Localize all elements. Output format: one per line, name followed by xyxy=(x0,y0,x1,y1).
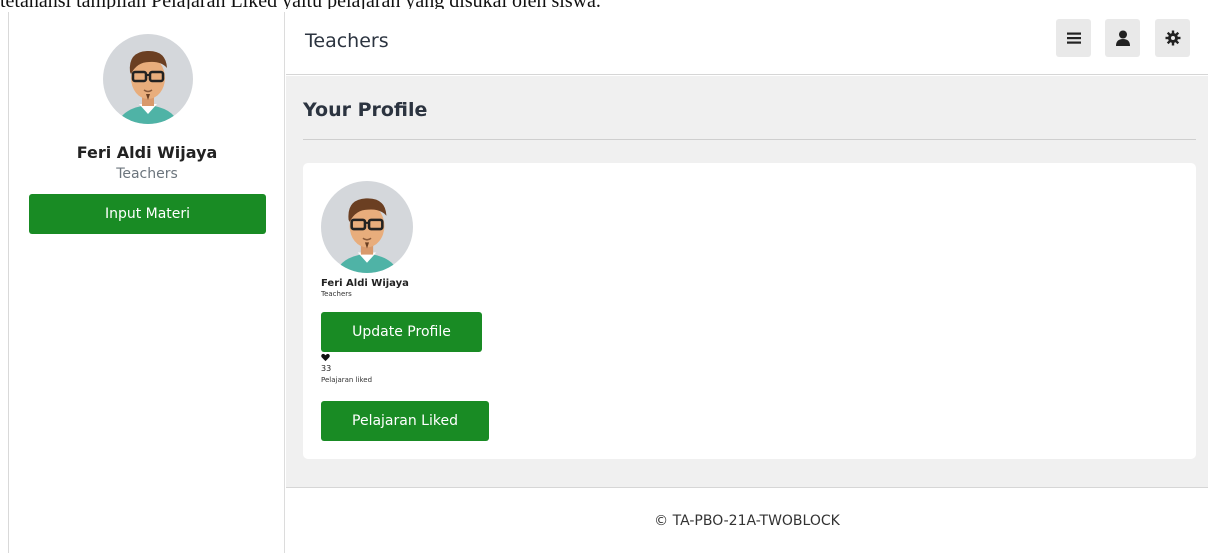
menu-button[interactable] xyxy=(1056,19,1091,57)
liked-count: 33 xyxy=(321,364,332,373)
settings-button[interactable] xyxy=(1155,19,1190,57)
user-icon xyxy=(1115,30,1130,46)
sidebar-user-role: Teachers xyxy=(116,166,178,182)
copyright-text: © TA-PBO-21A-TWOBLOCK xyxy=(654,513,840,529)
main-content: Your Profile Feri Aldi Wijaya Teachers U… xyxy=(286,76,1208,487)
footer: © TA-PBO-21A-TWOBLOCK xyxy=(286,487,1208,553)
document-text-strip: tetanansi tampilan Pelajaran Liked yaitu… xyxy=(0,0,1208,9)
avatar xyxy=(103,34,193,124)
section-title: Your Profile xyxy=(303,99,428,121)
sidebar: Feri Aldi Wijaya Teachers Input Materi xyxy=(9,12,285,553)
pelajaran-liked-button[interactable]: Pelajaran Liked xyxy=(321,401,489,441)
input-materi-button[interactable]: Input Materi xyxy=(29,194,266,234)
menu-icon xyxy=(1066,32,1081,44)
liked-label: Pelajaran liked xyxy=(321,376,373,384)
divider xyxy=(303,139,1196,140)
sidebar-user-name: Feri Aldi Wijaya xyxy=(76,143,218,162)
user-button[interactable] xyxy=(1105,19,1140,57)
gear-icon xyxy=(1165,30,1180,46)
profile-avatar xyxy=(321,181,413,273)
profile-card: Feri Aldi Wijaya Teachers Update Profile… xyxy=(303,163,1196,459)
top-navbar: Teachers xyxy=(286,12,1208,75)
profile-name: Feri Aldi Wijaya xyxy=(321,278,409,289)
profile-role: Teachers xyxy=(321,290,352,298)
update-profile-button[interactable]: Update Profile xyxy=(321,312,482,352)
app-window: tetanansi tampilan Pelajaran Liked yaitu… xyxy=(0,0,1208,553)
page-title: Teachers xyxy=(305,30,389,52)
heart-icon xyxy=(321,353,330,362)
